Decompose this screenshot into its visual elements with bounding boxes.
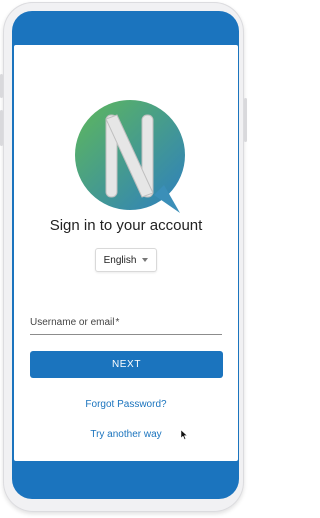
username-input[interactable]: Username or email* (30, 313, 222, 335)
required-marker: * (115, 317, 120, 328)
mouse-pointer-icon (181, 430, 188, 440)
login-card: Sign in to your account English Username… (14, 45, 238, 461)
try-another-way-link[interactable]: Try another way (14, 429, 238, 440)
phone-side-button (244, 98, 247, 142)
phone-screen: Sign in to your account English Username… (12, 11, 239, 499)
phone-side-button (0, 110, 3, 146)
next-button[interactable]: NEXT (30, 351, 223, 378)
phone-side-button (0, 74, 3, 98)
forgot-password-link[interactable]: Forgot Password? (14, 399, 238, 410)
page-title: Sign in to your account (49, 217, 203, 234)
logo-icon (75, 100, 185, 213)
phone-frame: Sign in to your account English Username… (0, 2, 247, 512)
language-selector[interactable]: English (95, 248, 157, 272)
username-label: Username or email (30, 317, 115, 328)
caret-down-icon (142, 258, 149, 262)
language-label: English (103, 254, 137, 266)
